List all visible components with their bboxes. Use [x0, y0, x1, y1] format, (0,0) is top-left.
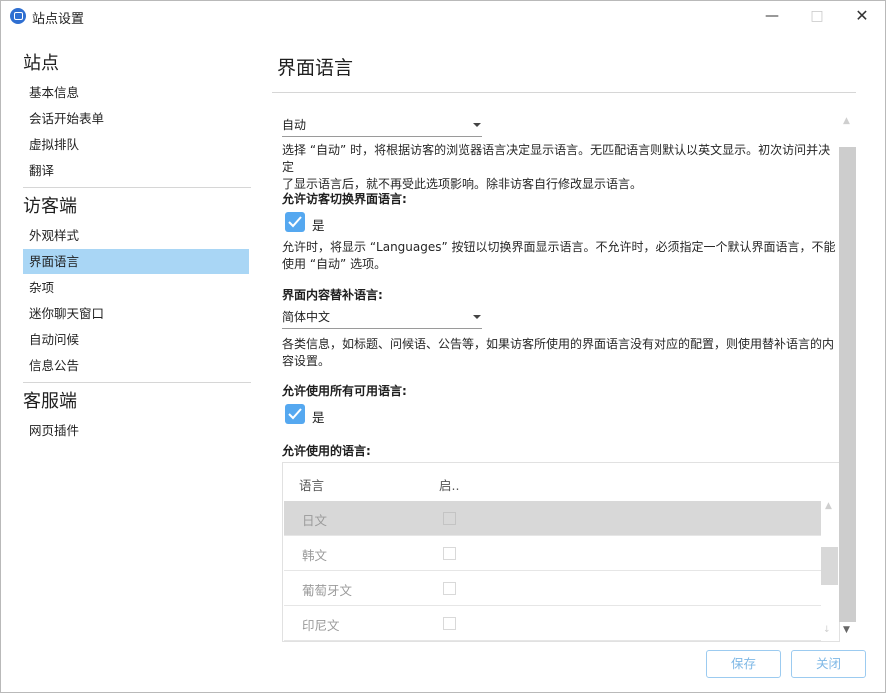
title-bar: 站点设置 — □ ✕	[1, 1, 885, 31]
sidebar-item-announcement[interactable]: 信息公告	[23, 353, 249, 378]
description-line: 使用 “自动” 选项。	[282, 257, 387, 271]
page-title: 界面语言	[277, 57, 354, 79]
sidebar-item-appearance[interactable]: 外观样式	[23, 223, 249, 248]
chat-app-icon	[10, 8, 26, 24]
allow-switch-checkbox[interactable]	[285, 212, 305, 232]
sidebar-item-session-form[interactable]: 会话开始表单	[23, 106, 249, 131]
checkmark-icon	[288, 408, 302, 420]
main-scrollbar[interactable]: ▲ ▼	[839, 112, 856, 640]
sidebar-item-web-plugin[interactable]: 网页插件	[23, 418, 249, 443]
table-row[interactable]: 葡萄牙文	[284, 571, 821, 606]
allow-all-check-label: 是	[312, 410, 325, 425]
main-scroll-thumb[interactable]	[839, 147, 856, 622]
enabled-checkbox[interactable]	[443, 512, 456, 525]
title-divider	[272, 92, 856, 93]
language-cell: 韩文	[302, 548, 328, 563]
sidebar-item-basic-info[interactable]: 基本信息	[23, 80, 249, 105]
column-header-enabled[interactable]: 启..	[439, 475, 459, 494]
description-line: 选择 “自动” 时，将根据访客的浏览器语言决定显示语言。无匹配语言则默认以英文显…	[282, 143, 831, 174]
sidebar-item-auto-greeting[interactable]: 自动问候	[23, 327, 249, 352]
table-scroll-thumb[interactable]	[821, 547, 838, 585]
sidebar-section-visitor: 访客端	[23, 196, 77, 217]
table-row[interactable]: 印尼文	[284, 606, 821, 641]
description-line: 允许时，将显示 “Languages” 按钮以切换界面显示语言。不允许时，必须指…	[282, 240, 836, 254]
allowed-languages-table: 语言 启.. 日文 韩文 葡萄牙文 印尼文 ▲ ↓	[282, 462, 840, 642]
sidebar-item-translation[interactable]: 翻译	[23, 158, 249, 183]
sidebar-item-misc[interactable]: 杂项	[23, 275, 249, 300]
scroll-down-arrow-icon[interactable]: ↓	[823, 625, 831, 635]
display-language-value: 自动	[282, 118, 307, 132]
allowed-languages-label: 允许使用的语言:	[282, 444, 371, 458]
fallback-description: 各类信息，如标题、问候语、公告等，如果访客所使用的界面语言没有对应的配置，则使用…	[282, 336, 838, 370]
enabled-checkbox[interactable]	[443, 582, 456, 595]
sidebar-divider	[23, 187, 251, 188]
table-row[interactable]: 日文	[284, 501, 821, 536]
settings-window: 站点设置 — □ ✕ 站点 基本信息 会话开始表单 虚拟排队 翻译 访客端 外观…	[0, 0, 886, 693]
description-line: 各类信息，如标题、问候语、公告等，如果访客所使用的界面语言没有对应的配置，则使用…	[282, 337, 835, 351]
chevron-down-icon	[473, 123, 481, 127]
description-line: 容设置。	[282, 354, 331, 368]
save-button[interactable]: 保存	[706, 650, 781, 678]
sidebar: 站点 基本信息 会话开始表单 虚拟排队 翻译 访客端 外观样式 界面语言 杂项 …	[23, 45, 251, 444]
table-scrollbar[interactable]: ▲ ↓	[821, 501, 838, 641]
fallback-language-select[interactable]: 简体中文	[282, 306, 482, 329]
allow-switch-check-label: 是	[312, 218, 325, 233]
language-cell: 印尼文	[302, 618, 340, 633]
sidebar-item-virtual-queue[interactable]: 虚拟排队	[23, 132, 249, 157]
close-button[interactable]: 关闭	[791, 650, 866, 678]
scroll-up-arrow-icon[interactable]: ▲	[825, 501, 832, 511]
chevron-down-icon	[473, 315, 481, 319]
fallback-language-value: 简体中文	[282, 310, 331, 324]
sidebar-divider	[23, 382, 251, 383]
sidebar-item-mini-chat[interactable]: 迷你聊天窗口	[23, 301, 249, 326]
language-cell: 葡萄牙文	[302, 583, 353, 598]
checkmark-icon	[288, 216, 302, 228]
allow-all-checkbox[interactable]	[285, 404, 305, 424]
scroll-down-arrow-icon[interactable]: ▼	[843, 625, 850, 635]
close-icon[interactable]: ✕	[851, 5, 873, 27]
display-language-select[interactable]: 自动	[282, 114, 482, 137]
column-header-language[interactable]: 语言	[299, 475, 324, 494]
sidebar-section-agent: 客服端	[23, 391, 77, 412]
enabled-checkbox[interactable]	[443, 617, 456, 630]
enabled-checkbox[interactable]	[443, 547, 456, 560]
fallback-language-label: 界面内容替补语言:	[282, 288, 383, 302]
maximize-icon[interactable]: □	[806, 5, 828, 27]
sidebar-section-site: 站点	[23, 53, 59, 74]
table-row[interactable]: 韩文	[284, 536, 821, 571]
allow-switch-description: 允许时，将显示 “Languages” 按钮以切换界面显示语言。不允许时，必须指…	[282, 239, 838, 273]
window-title: 站点设置	[32, 12, 85, 27]
minimize-icon[interactable]: —	[761, 5, 783, 27]
scroll-up-arrow-icon[interactable]: ▲	[843, 116, 850, 126]
sidebar-item-interface-language[interactable]: 界面语言	[23, 249, 249, 274]
allow-all-label: 允许使用所有可用语言:	[282, 384, 407, 398]
display-language-description: 选择 “自动” 时，将根据访客的浏览器语言决定显示语言。无匹配语言则默认以英文显…	[282, 142, 838, 193]
allow-switch-label: 允许访客切换界面语言:	[282, 192, 407, 206]
language-cell: 日文	[302, 513, 328, 528]
